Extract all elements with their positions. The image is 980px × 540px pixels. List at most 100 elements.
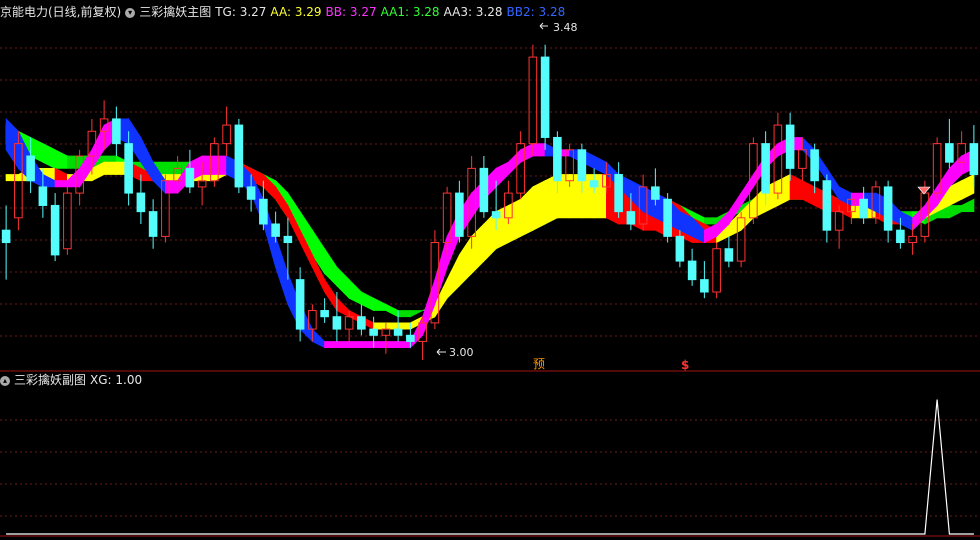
band-segment	[544, 173, 558, 225]
band-segment	[483, 210, 497, 263]
band-segment	[348, 341, 362, 349]
candle[interactable]	[712, 242, 721, 299]
candle[interactable]	[234, 118, 244, 194]
band-segment	[164, 174, 179, 182]
high-price-label: 3.48	[553, 21, 578, 34]
candle[interactable]	[504, 180, 513, 224]
candle[interactable]	[663, 193, 672, 243]
candle-body	[197, 180, 207, 188]
candle[interactable]	[565, 143, 574, 187]
band-segment	[54, 167, 68, 182]
band-segment	[593, 155, 607, 176]
chevron-up-icon[interactable]: ▴	[0, 375, 10, 386]
candle-body	[651, 186, 660, 200]
band-segment	[789, 173, 803, 200]
candle[interactable]	[822, 174, 832, 243]
candle-body	[859, 198, 868, 219]
candle[interactable]	[540, 44, 550, 150]
low-price-label: 3.00	[449, 346, 474, 359]
candle[interactable]	[320, 298, 329, 323]
sub-header: ▴ 三彩擒妖副图 XG: 1.00	[0, 372, 146, 388]
candle-body	[406, 334, 415, 342]
chevron-down-icon[interactable]: ▾	[125, 7, 136, 18]
band-segment	[324, 341, 338, 349]
candle[interactable]	[724, 236, 734, 268]
candle[interactable]	[148, 199, 158, 249]
candle-body	[124, 143, 133, 194]
band-segment	[164, 180, 179, 194]
candle-body	[295, 279, 305, 330]
candle-body	[700, 279, 709, 293]
candle-body	[908, 235, 917, 244]
band-segment	[532, 143, 546, 157]
candle[interactable]	[185, 149, 195, 194]
candle-body	[479, 167, 489, 213]
band-segment	[961, 173, 975, 200]
chart-window: 3.48 3.00 预 $ 京能电力(日线,前复权) ▾ 三彩擒妖主图 TG: 3.2…	[0, 0, 980, 540]
band-segment	[373, 341, 387, 349]
candle[interactable]	[357, 304, 366, 336]
candle-body	[283, 235, 293, 244]
candle[interactable]	[63, 186, 72, 255]
candle-body	[332, 316, 342, 330]
band-segment	[385, 303, 399, 318]
candle-body	[50, 204, 60, 256]
indicator-bb: BB: 3.27	[325, 5, 377, 19]
candle-body	[369, 328, 378, 336]
sub-grid-lines	[0, 419, 980, 517]
candle-body	[896, 229, 905, 244]
candle[interactable]	[700, 261, 709, 299]
candle[interactable]	[614, 162, 623, 218]
candle[interactable]	[945, 118, 954, 169]
band-segment	[802, 180, 815, 207]
candle[interactable]	[528, 44, 538, 156]
band-segment	[336, 297, 350, 318]
band-segment	[79, 148, 93, 189]
band-segment	[949, 205, 962, 219]
indicator-aa1: AA1: 3.28	[380, 5, 440, 19]
band-segment	[360, 341, 375, 349]
chart-canvas: 3.48 3.00 预 $	[0, 21, 980, 537]
band-segment	[213, 155, 228, 175]
candle-body	[491, 211, 501, 219]
sub-indicator-name[interactable]: 三彩擒妖副图	[14, 373, 86, 387]
candle[interactable]	[785, 112, 795, 181]
candle-body	[38, 186, 48, 206]
band-segment	[385, 341, 399, 349]
band-segment	[348, 278, 362, 306]
candle[interactable]	[859, 186, 868, 224]
candle-body	[1, 229, 11, 244]
band-segment	[5, 174, 19, 182]
band-segment	[507, 148, 521, 176]
main-indicator-name[interactable]: 三彩擒妖主图	[139, 5, 211, 19]
dollar-mark: $	[681, 358, 689, 372]
candle[interactable]	[455, 180, 464, 243]
candle-body	[945, 143, 954, 163]
band-segment	[961, 198, 975, 213]
band-segment	[777, 173, 791, 207]
candle-body	[724, 248, 734, 262]
candle-body	[540, 56, 550, 138]
candle[interactable]	[834, 205, 844, 249]
candle[interactable]	[479, 156, 489, 218]
band-segment	[507, 198, 521, 244]
candle[interactable]	[883, 180, 893, 243]
candle-body	[528, 56, 538, 145]
candle-body	[687, 260, 697, 281]
band-segment	[373, 297, 387, 311]
indicator-aa: AA: 3.29	[270, 5, 322, 19]
xg-value: XG: 1.00	[90, 373, 143, 387]
candle-body	[222, 124, 231, 145]
main-header: 京能电力(日线,前复权) ▾ 三彩擒妖主图 TG: 3.27 AA: 3.29 BB: 3…	[0, 4, 569, 20]
candle[interactable]	[136, 174, 146, 224]
band-segment	[520, 142, 534, 163]
candle[interactable]	[112, 106, 121, 156]
candle[interactable]	[687, 248, 697, 286]
band-segment	[54, 149, 68, 169]
candle[interactable]	[222, 106, 231, 156]
high-price-arrow	[539, 22, 548, 30]
candle[interactable]	[1, 205, 11, 280]
candle[interactable]	[50, 193, 60, 262]
candle-body	[810, 149, 819, 182]
candle-body	[148, 211, 158, 237]
